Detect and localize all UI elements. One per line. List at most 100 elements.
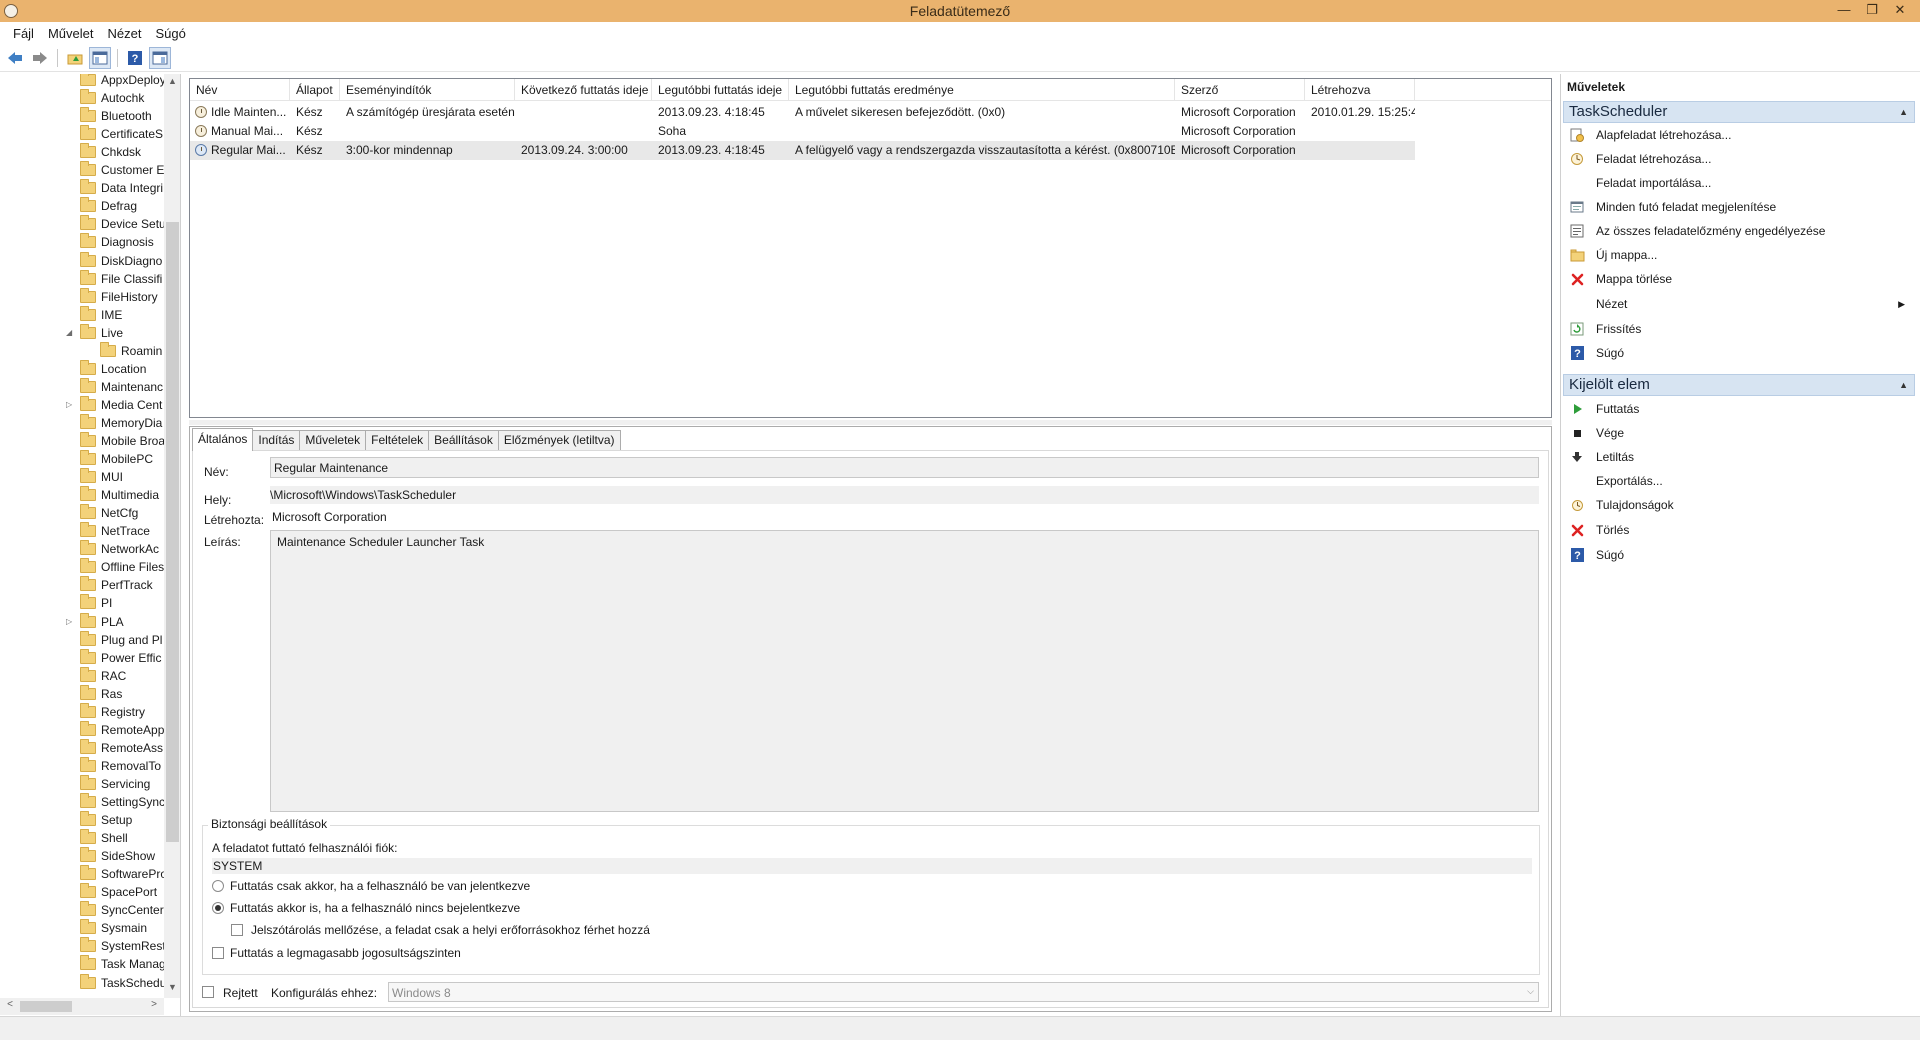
tree-item[interactable]: DiskDiagno xyxy=(0,251,166,270)
hidden-checkbox[interactable] xyxy=(202,986,214,998)
scrollbar-thumb[interactable] xyxy=(20,1001,72,1012)
name-field[interactable]: Regular Maintenance xyxy=(270,457,1539,478)
menu-file[interactable]: Fájl xyxy=(6,26,41,41)
tree-item[interactable]: SideShow xyxy=(0,847,166,865)
tree-item[interactable]: IME xyxy=(0,305,166,324)
tree-item[interactable]: RemoteApp xyxy=(0,720,166,739)
action-item[interactable]: Exportálás... xyxy=(1569,470,1909,492)
tree-item[interactable]: AppxDeploy xyxy=(0,74,166,89)
tree-item[interactable]: SystemRest xyxy=(0,937,166,955)
tree-item[interactable]: SpacePort xyxy=(0,883,166,901)
tree-item[interactable]: Ras xyxy=(0,684,166,703)
tree-item[interactable]: SoftwarePro xyxy=(0,865,166,883)
tree-item[interactable]: Data Integri xyxy=(0,179,166,197)
column-header[interactable]: Szerző xyxy=(1175,79,1305,101)
tab-conditions[interactable]: Feltételek xyxy=(365,430,430,451)
tree-item[interactable]: Power Effic xyxy=(0,648,166,667)
configure-for-combobox[interactable]: Windows 8 ⌵ xyxy=(388,982,1539,1002)
run-only-logged-on-radio[interactable] xyxy=(212,880,224,892)
tree-vertical-scrollbar[interactable]: ▲ ▼ xyxy=(164,74,180,998)
action-item[interactable]: Nézet ▶ xyxy=(1569,293,1909,315)
action-item[interactable]: Feladat létrehozása... xyxy=(1569,148,1909,170)
action-item[interactable]: Frissítés xyxy=(1569,318,1909,340)
tree-item[interactable]: FileHistory xyxy=(0,287,166,306)
tree-item[interactable]: Customer E xyxy=(0,161,166,179)
run-whether-logged-on-radio[interactable] xyxy=(212,902,224,914)
tree-item[interactable]: PerfTrack xyxy=(0,576,166,594)
expand-arrow-icon[interactable]: ▷ xyxy=(66,617,76,626)
tree-item[interactable]: RAC xyxy=(0,666,166,685)
column-header[interactable]: Legutóbbi futtatás ideje xyxy=(652,79,789,101)
tree-item[interactable]: ▷ PLA xyxy=(0,612,166,631)
tree-item[interactable]: Device Setu xyxy=(0,215,166,233)
tab-triggers[interactable]: Indítás xyxy=(252,430,301,451)
tree-item[interactable]: RemovalTo xyxy=(0,756,166,775)
tree-item[interactable]: Bluetooth xyxy=(0,107,166,125)
actions-section-header[interactable]: TaskScheduler ▲ xyxy=(1563,101,1915,123)
tree-item[interactable]: ▷ Media Cent xyxy=(0,395,166,414)
do-not-store-password-checkbox[interactable] xyxy=(231,924,243,936)
tree-item[interactable]: File Classifi xyxy=(0,269,166,288)
column-header[interactable]: Legutóbbi futtatás eredménye xyxy=(789,79,1175,101)
back-button[interactable] xyxy=(4,47,26,69)
scroll-down-arrow-icon[interactable]: ▼ xyxy=(164,982,180,992)
tree-item[interactable]: Chkdsk xyxy=(0,143,166,161)
action-item[interactable]: Letiltás xyxy=(1569,446,1909,468)
tree-item[interactable]: Multimedia xyxy=(0,486,166,504)
scroll-right-arrow-icon[interactable]: > xyxy=(146,999,162,1010)
tree-item[interactable]: NetworkAc xyxy=(0,540,166,558)
column-header[interactable]: Név xyxy=(190,79,290,101)
tree-item[interactable]: Diagnosis xyxy=(0,233,166,251)
tab-actions[interactable]: Műveletek xyxy=(299,430,367,451)
scroll-left-arrow-icon[interactable]: < xyxy=(2,999,18,1010)
tree-item[interactable]: Defrag xyxy=(0,197,166,215)
tree-item[interactable]: Mobile Broa xyxy=(0,432,166,450)
action-item[interactable]: Minden futó feladat megjelenítése xyxy=(1569,196,1909,218)
tree-item[interactable]: PI xyxy=(0,594,166,612)
tree-item[interactable]: Shell xyxy=(0,829,166,847)
scrollbar-thumb[interactable] xyxy=(166,222,179,842)
expand-arrow-icon[interactable]: ▷ xyxy=(66,400,76,409)
collapse-arrow-icon[interactable]: ◢ xyxy=(66,328,76,337)
forward-button[interactable] xyxy=(29,47,51,69)
tree-item[interactable]: Servicing xyxy=(0,774,166,793)
action-item[interactable]: Mappa törlése xyxy=(1569,268,1909,290)
tree-item[interactable]: ◢ Live xyxy=(0,323,166,342)
highest-privileges-checkbox[interactable] xyxy=(212,947,224,959)
task-row[interactable]: Idle Mainten... Kész A számítógép üresjára… xyxy=(190,103,1415,122)
action-item[interactable]: Vége xyxy=(1569,422,1909,444)
show-hide-action-pane-button[interactable] xyxy=(149,46,171,69)
action-item[interactable]: Tulajdonságok xyxy=(1569,494,1909,516)
tree-item[interactable]: Roamin xyxy=(0,341,166,360)
minimize-button[interactable]: — xyxy=(1830,1,1858,19)
tree-item[interactable]: MemoryDia xyxy=(0,413,166,432)
actions-section-header[interactable]: Kijelölt elem ▲ xyxy=(1563,374,1915,396)
action-item[interactable]: Új mappa... xyxy=(1569,244,1909,266)
tab-general[interactable]: Általános xyxy=(192,428,254,451)
scroll-up-arrow-icon[interactable]: ▲ xyxy=(164,76,180,86)
tree-item[interactable]: MUI xyxy=(0,468,166,486)
action-item[interactable]: Futtatás xyxy=(1569,398,1909,420)
action-item[interactable]: Törlés xyxy=(1569,519,1909,541)
tree-item[interactable]: Autochk xyxy=(0,89,166,107)
restore-button[interactable]: ❐ xyxy=(1858,1,1886,19)
tree-item[interactable]: Plug and Pl xyxy=(0,630,166,649)
tree-item[interactable]: CertificateS xyxy=(0,125,166,143)
tree-item[interactable]: Task Manag xyxy=(0,955,166,973)
tree-item[interactable]: SettingSync xyxy=(0,793,166,811)
collapse-section-icon[interactable]: ▲ xyxy=(1899,102,1908,122)
tree-item[interactable]: RemoteAss xyxy=(0,738,166,757)
action-item[interactable]: Feladat importálása... xyxy=(1569,172,1909,194)
tree-item[interactable]: Setup xyxy=(0,811,166,829)
tree-item[interactable]: Offline Files xyxy=(0,558,166,576)
task-row[interactable]: Manual Mai... Kész Soha Microsoft Corporati… xyxy=(190,122,1415,141)
help-button[interactable]: ? xyxy=(124,47,146,69)
up-folder-button[interactable] xyxy=(64,47,86,69)
menu-help[interactable]: Súgó xyxy=(148,26,192,41)
action-item[interactable]: Alapfeladat létrehozása... xyxy=(1569,124,1909,146)
tree-item[interactable]: NetCfg xyxy=(0,504,166,522)
action-item[interactable]: Az összes feladatelőzmény engedélyezése xyxy=(1569,220,1909,242)
tree-item[interactable]: SyncCenter xyxy=(0,901,166,919)
close-button[interactable]: ✕ xyxy=(1886,1,1914,19)
task-row[interactable]: Regular Mai... Kész 3:00-kor mindennap 2013… xyxy=(190,141,1415,160)
